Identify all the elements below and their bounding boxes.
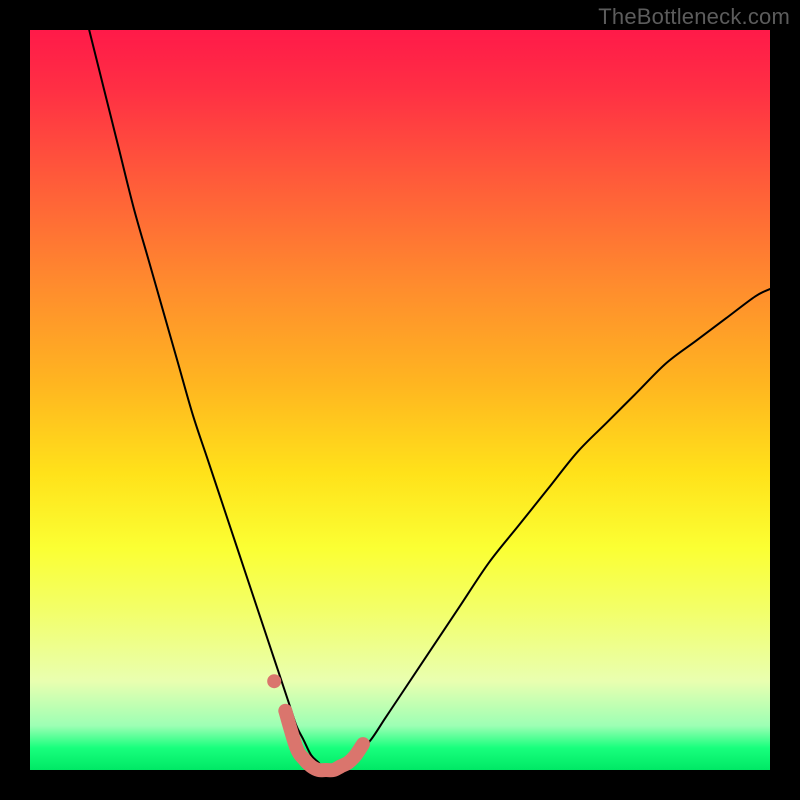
plot-area xyxy=(30,30,770,770)
attribution-watermark: TheBottleneck.com xyxy=(598,4,790,30)
chart-frame: TheBottleneck.com xyxy=(0,0,800,800)
optimal-zone-highlight xyxy=(285,711,363,770)
bottleneck-curve xyxy=(89,30,770,770)
optimal-zone-dot xyxy=(267,674,281,688)
curve-layer xyxy=(30,30,770,770)
